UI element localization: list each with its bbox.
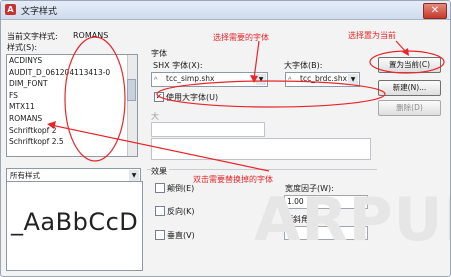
annotation-set-current: 选择置为当前 bbox=[348, 31, 396, 40]
annotation-double-click: 双击需要替换掉的字体 bbox=[193, 175, 273, 184]
style-list-highlight-ellipse bbox=[64, 36, 126, 162]
arrowhead-icon bbox=[47, 121, 56, 129]
text-style-dialog: A 文字样式 ✕ 当前文字样式: ROMANS 样式(S): ACDINYS A… bbox=[0, 0, 451, 277]
double-click-arrow bbox=[50, 124, 270, 172]
annotation-select-font: 选择需要的字体 bbox=[213, 33, 269, 42]
arrowhead-icon bbox=[250, 75, 258, 83]
font-selection-ellipse bbox=[156, 80, 386, 108]
select-font-arrow bbox=[253, 40, 260, 80]
